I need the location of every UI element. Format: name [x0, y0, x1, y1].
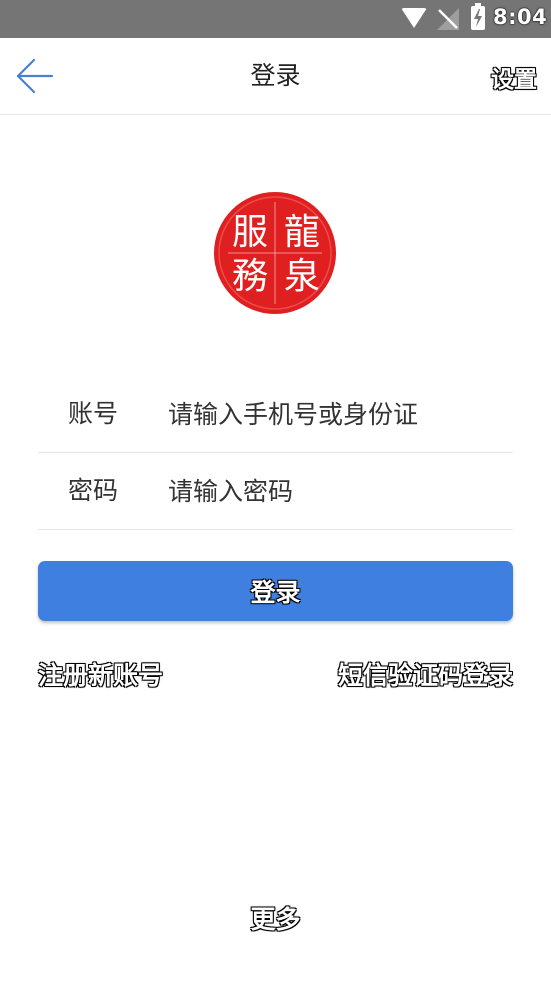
svg-text:務: 務 [232, 256, 268, 297]
seal-logo: 龍 泉 服 務 [214, 192, 336, 314]
password-row: 密码 [38, 453, 513, 530]
back-button[interactable] [14, 56, 56, 96]
svg-text:泉: 泉 [284, 256, 320, 297]
svg-text:服: 服 [232, 212, 268, 253]
no-signal-icon [437, 8, 459, 30]
password-label: 密码 [68, 476, 119, 505]
register-link[interactable]: 注册新账号 [38, 656, 163, 692]
password-input[interactable] [168, 467, 508, 515]
page-title: 登录 [250, 61, 301, 90]
status-time: 8:04 [493, 5, 548, 29]
login-button[interactable]: 登录 [38, 561, 513, 621]
wifi-icon [401, 8, 427, 28]
status-bar: 8:04 [0, 0, 551, 38]
battery-charging-icon [471, 3, 485, 30]
account-row: 账号 [38, 376, 513, 453]
more-link[interactable]: 更多 [0, 900, 551, 936]
settings-button[interactable]: 设置 [491, 60, 537, 94]
account-label: 账号 [68, 399, 119, 428]
login-screen: 8:04 登录 设置 龍 泉 服 務 账号 密码 登录 注册新账 [0, 0, 551, 981]
app-bar: 登录 设置 [0, 38, 551, 115]
svg-text:龍: 龍 [284, 212, 320, 253]
sms-login-link[interactable]: 短信验证码登录 [338, 656, 513, 692]
arrow-left-icon [16, 58, 54, 94]
account-input[interactable] [168, 390, 508, 438]
